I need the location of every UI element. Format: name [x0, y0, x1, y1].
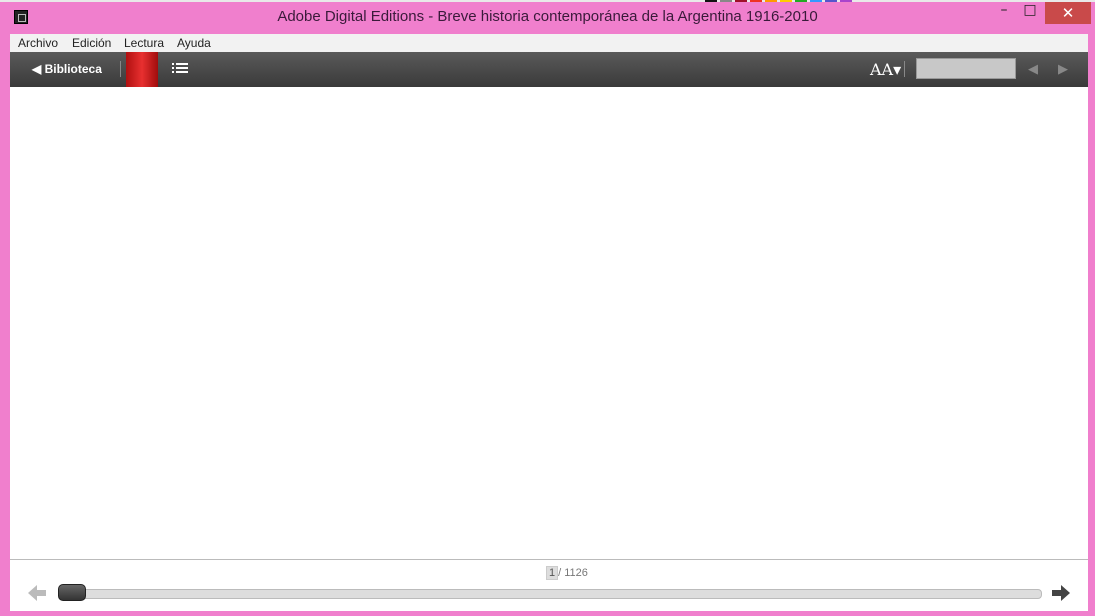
minimize-button[interactable]: – [992, 2, 1016, 24]
table-of-contents-icon[interactable] [172, 62, 188, 76]
toolbar-divider [904, 61, 905, 77]
menu-lectura[interactable]: Lectura [124, 36, 164, 50]
window-title: Adobe Digital Editions - Breve historia … [277, 8, 818, 25]
menu-ayuda[interactable]: Ayuda [177, 36, 211, 50]
toolbar-divider [120, 61, 121, 77]
menu-edicion[interactable]: Edición [72, 36, 111, 50]
reader-toolbar: ◀ Biblioteca AA▾ ◀ ▶ [10, 52, 1088, 102]
page-slider-thumb[interactable] [58, 584, 86, 601]
library-button[interactable]: ◀ Biblioteca [32, 62, 102, 76]
menu-bar: Archivo Edición Lectura Ayuda [10, 34, 1088, 52]
reading-pane[interactable] [10, 87, 1088, 559]
next-page-icon[interactable] [1052, 584, 1070, 602]
font-size-icon[interactable]: AA▾ [870, 60, 901, 79]
title-bar[interactable]: Adobe Digital Editions - Breve historia … [0, 2, 1095, 32]
close-button[interactable]: ✕ [1045, 2, 1091, 24]
previous-page-icon[interactable] [28, 584, 46, 602]
navigation-footer: 1/ 1126 [10, 559, 1088, 611]
page-indicator: 1/ 1126 [546, 566, 588, 580]
next-result-icon[interactable]: ▶ [1058, 62, 1068, 77]
current-page-input[interactable]: 1 [546, 566, 559, 580]
total-pages: / 1126 [558, 567, 588, 579]
menu-archivo[interactable]: Archivo [18, 36, 58, 50]
app-window: Adobe Digital Editions - Breve historia … [0, 2, 1095, 616]
page-slider-track[interactable] [60, 589, 1042, 599]
maximize-button[interactable]: □ [1018, 2, 1042, 24]
previous-result-icon[interactable]: ◀ [1028, 62, 1038, 77]
search-input[interactable] [916, 58, 1016, 79]
